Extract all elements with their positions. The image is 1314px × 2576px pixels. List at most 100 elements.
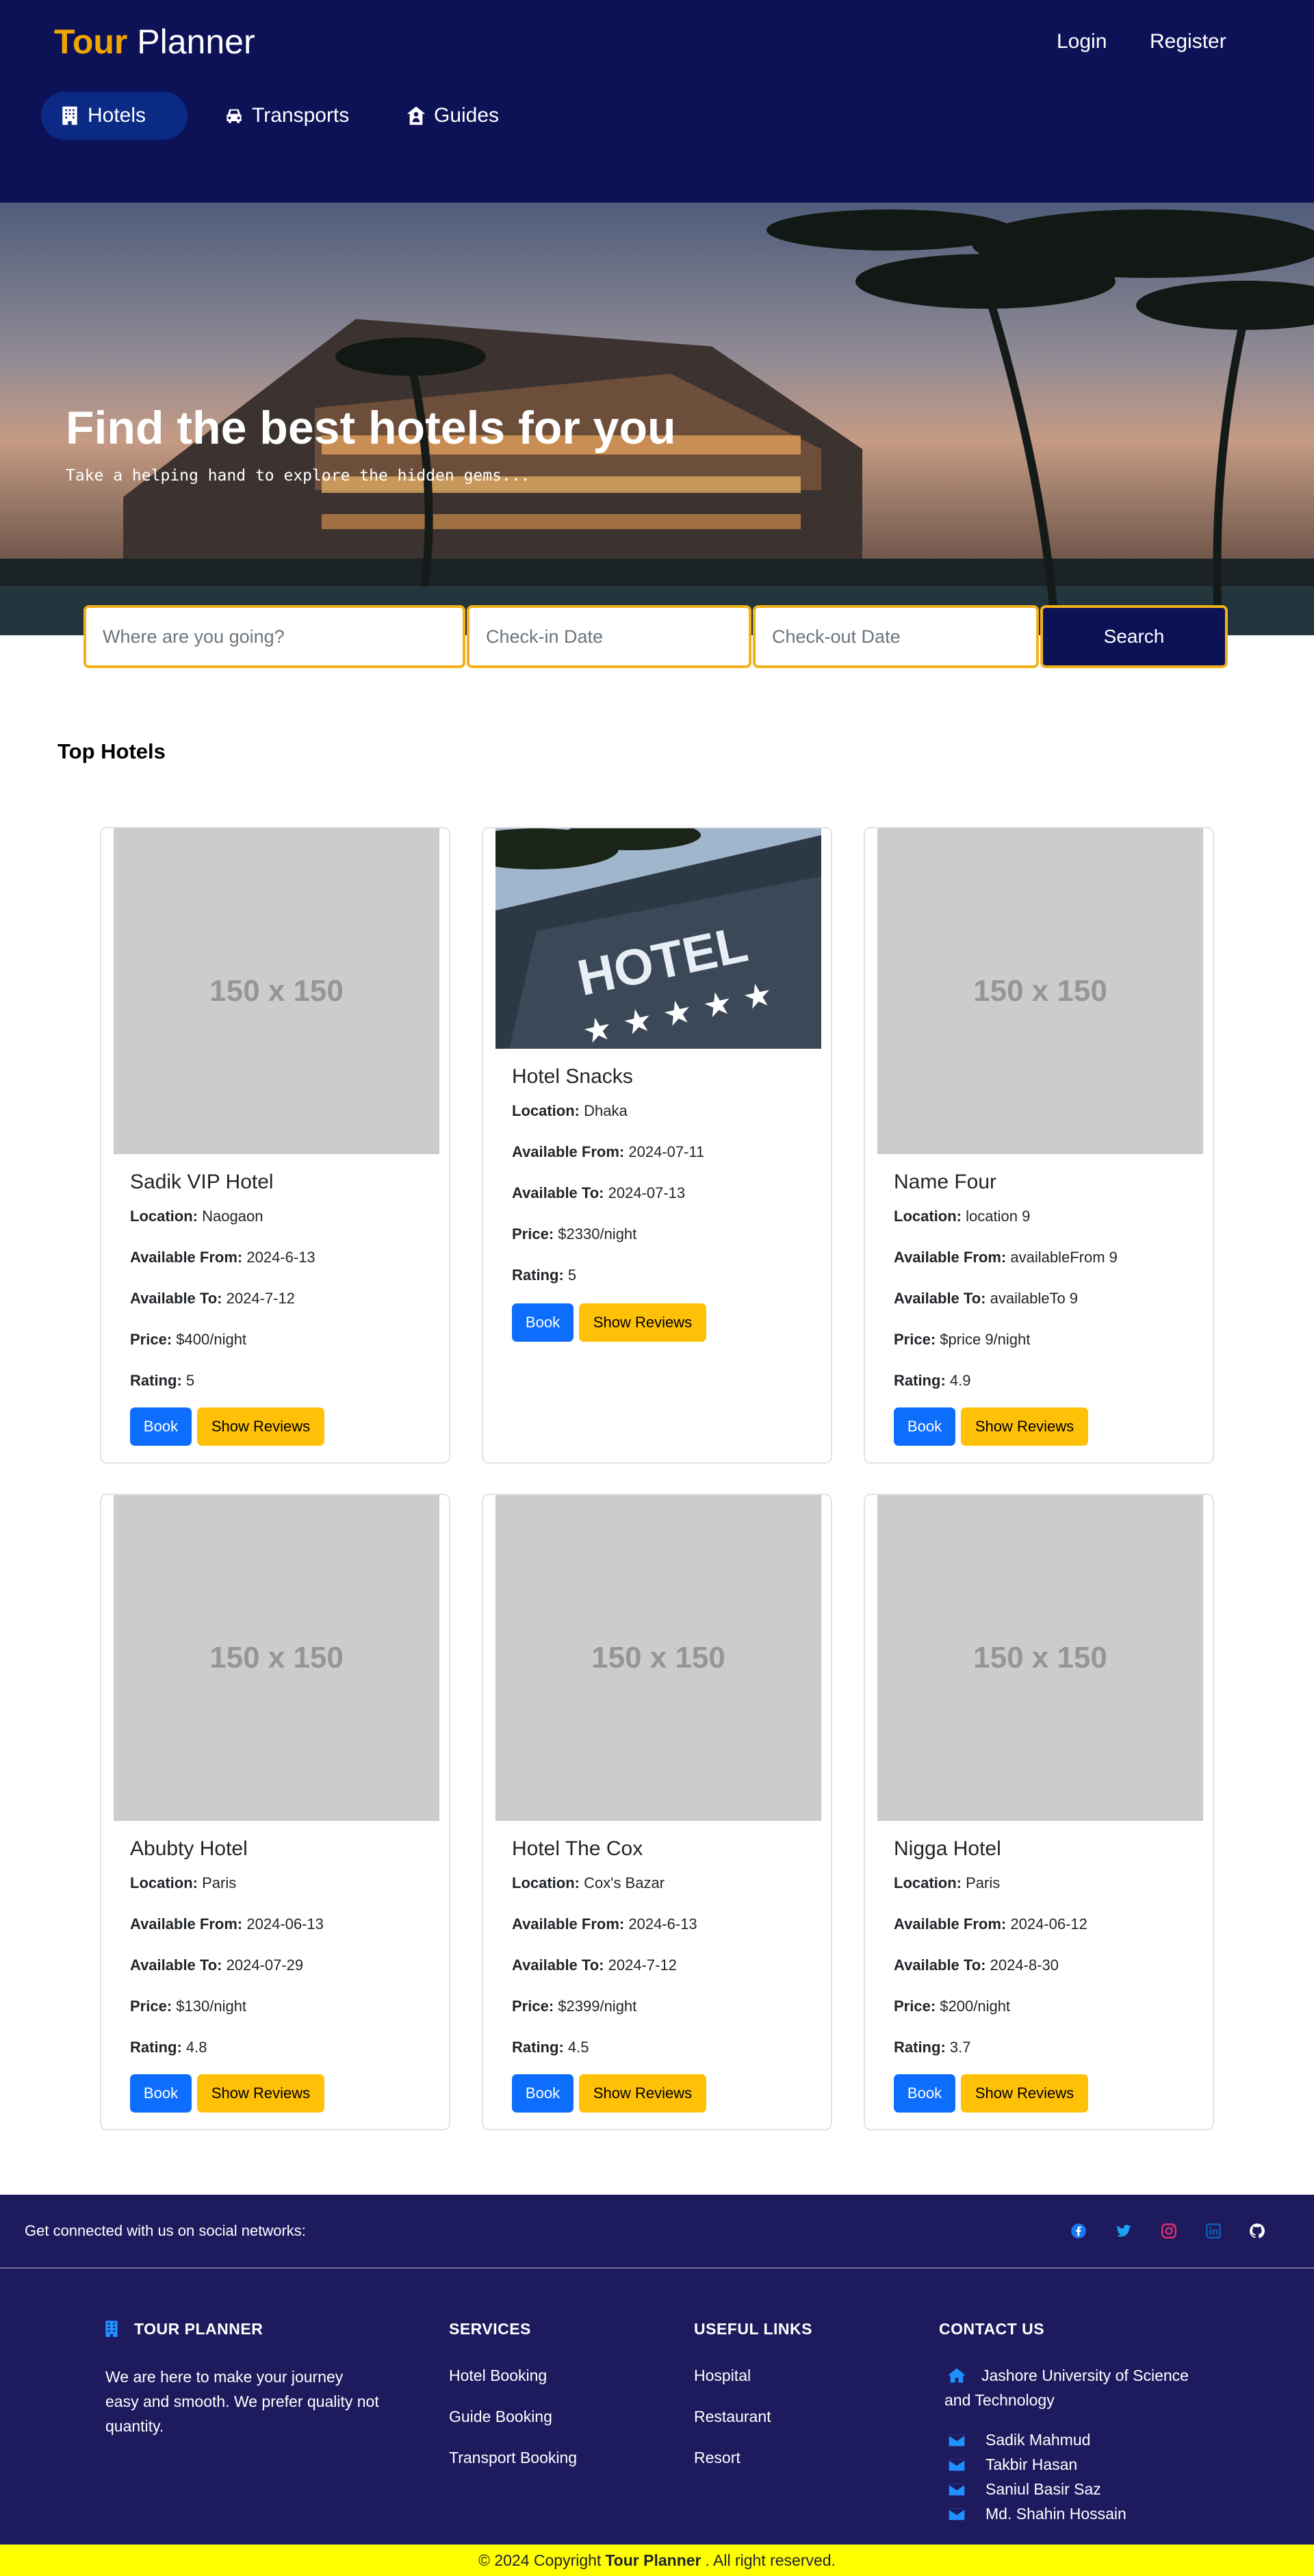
hotel-location: Location: Paris [894,1874,1001,1891]
hotel-rating: Rating: 4.5 [512,2039,589,2056]
show-reviews-button[interactable]: Show Reviews [197,1407,324,1446]
hotel-name: Hotel The Cox [512,1837,643,1860]
envelope-icon [949,2459,965,2471]
hotel-name: Sadik VIP Hotel [130,1171,274,1193]
hotel-available-from: Available From: availableFrom 9 [894,1249,1118,1266]
tab-guides-label: Guides [434,104,500,127]
tab-hotels-label: Hotels [88,104,146,127]
facebook-icon[interactable] [1070,2222,1087,2240]
hotel-image-placeholder: 150 x 150 [114,1495,439,1821]
hotel-name: Name Four [894,1171,997,1193]
twitter-icon[interactable] [1115,2222,1133,2240]
hotel-available-from: Available From: 2024-06-12 [894,1915,1087,1933]
search-button[interactable]: Search [1040,605,1228,668]
hotel-card: 150 x 150 Nigga Hotel Location: Paris Av… [864,1494,1214,2130]
hotel-name: Abubty Hotel [130,1837,248,1860]
footer-link-restaurant[interactable]: Restaurant [694,2408,771,2426]
site-header: Tour Planner Login Register Hotels Trans… [0,0,1314,203]
site-logo[interactable]: Tour Planner [54,22,255,62]
hotel-available-to: Available To: 2024-7-12 [130,1290,295,1307]
hotel-location: Location: Paris [130,1874,237,1891]
footer-contact-name: Saniul Basir Saz [985,2480,1101,2498]
destination-input[interactable]: Where are you going? [83,605,465,668]
hotel-available-to: Available To: 2024-7-12 [512,1956,677,1974]
hotel-card: 150 x 150 Name Four Location: location 9… [864,827,1214,1464]
book-button[interactable]: Book [512,2074,574,2113]
hotel-available-from: Available From: 2024-6-13 [130,1249,315,1266]
hotel-available-to: Available To: 2024-8-30 [894,1956,1059,1974]
footer-contact-name: Takbir Hasan [985,2456,1078,2473]
footer-contact-name: Sadik Mahmud [985,2431,1091,2449]
hotel-image-placeholder: 150 x 150 [877,828,1203,1154]
book-button[interactable]: Book [512,1303,574,1342]
envelope-icon [949,2434,965,2447]
tab-transports-label: Transports [252,104,350,127]
footer-address: Jashore University of Science and Techno… [944,2367,1189,2409]
hotel-photo: HOTEL ★ ★ ★ ★ ★ [495,828,821,1049]
book-button[interactable]: Book [130,2074,192,2113]
hotel-name: Nigga Hotel [894,1837,1001,1860]
hotel-card: HOTEL ★ ★ ★ ★ ★ Hotel Snacks Location: D… [482,827,832,1464]
logo-brand: Tour [54,23,128,61]
hotel-card: 150 x 150 Hotel The Cox Location: Cox's … [482,1494,832,2130]
footer-link-hotel-booking[interactable]: Hotel Booking [449,2367,547,2385]
social-text: Get connected with us on social networks… [25,2222,306,2239]
book-button[interactable]: Book [130,1407,192,1446]
hotel-rating: Rating: 4.9 [894,1372,971,1389]
copyright-brand[interactable]: Tour Planner [605,2551,701,2570]
show-reviews-button[interactable]: Show Reviews [961,2074,1088,2113]
footer-link-hospital[interactable]: Hospital [694,2367,751,2385]
hotel-location: Location: Naogaon [130,1208,263,1225]
tab-hotels[interactable]: Hotels [41,92,188,140]
hotel-rating: Rating: 3.7 [894,2039,971,2056]
hotel-location: Location: location 9 [894,1208,1031,1225]
footer-about-title: TOUR PLANNER [134,2320,263,2338]
hotel-available-to: Available To: availableTo 9 [894,1290,1079,1307]
building-icon [105,2321,118,2337]
hotel-available-to: Available To: 2024-07-29 [130,1956,304,1974]
footer-about-text: We are here to make your journey easy an… [105,2368,379,2435]
hotel-rating: Rating: 4.8 [130,2039,207,2056]
section-title-top-hotels: Top Hotels [57,739,166,763]
hotel-available-from: Available From: 2024-06-13 [130,1915,324,1933]
footer-contact-name: Md. Shahin Hossain [985,2505,1126,2523]
hotel-location: Location: Cox's Bazar [512,1874,665,1891]
envelope-icon [949,2508,965,2521]
guide-icon [407,106,426,125]
hotel-icon [62,106,77,125]
show-reviews-button[interactable]: Show Reviews [197,2074,324,2113]
footer-link-resort[interactable]: Resort [694,2449,740,2467]
show-reviews-button[interactable]: Show Reviews [579,1303,706,1342]
hotel-price: Price: $200/night [894,1998,1011,2015]
copyright-bar: © 2024 Copyright Tour Planner . All righ… [0,2545,1314,2576]
footer-link-transport-booking[interactable]: Transport Booking [449,2449,577,2467]
linkedin-icon[interactable] [1204,2222,1222,2240]
hotel-name: Hotel Snacks [512,1065,633,1088]
login-link[interactable]: Login [1057,30,1107,53]
instagram-icon[interactable] [1160,2222,1178,2240]
register-link[interactable]: Register [1150,30,1226,53]
hotel-rating: Rating: 5 [130,1372,195,1389]
hotel-card: 150 x 150 Sadik VIP Hotel Location: Naog… [100,827,450,1464]
book-button[interactable]: Book [894,2074,955,2113]
hotel-image-placeholder: 150 x 150 [495,1495,821,1821]
envelope-icon [949,2484,965,2496]
footer-contact-title: CONTACT US [939,2320,1045,2338]
show-reviews-button[interactable]: Show Reviews [961,1407,1088,1446]
tab-guides[interactable]: Guides [387,92,517,140]
tab-transports[interactable]: Transports [205,92,367,140]
hotel-sign-image: HOTEL ★ ★ ★ ★ ★ [495,828,821,1049]
show-reviews-button[interactable]: Show Reviews [579,2074,706,2113]
book-button[interactable]: Book [894,1407,955,1446]
hotel-image-placeholder: 150 x 150 [877,1495,1203,1821]
hotel-available-from: Available From: 2024-07-11 [512,1143,705,1160]
hero-title: Find the best hotels for you [66,402,676,454]
hotel-price: Price: $400/night [130,1331,247,1348]
hotel-card: 150 x 150 Abubty Hotel Location: Paris A… [100,1494,450,2130]
footer-services-title: SERVICES [449,2320,531,2338]
checkout-date-input[interactable]: Check-out Date [753,605,1039,668]
github-icon[interactable] [1248,2222,1266,2240]
footer-link-guide-booking[interactable]: Guide Booking [449,2408,552,2426]
hero-subtitle: Take a helping hand to explore the hidde… [66,467,530,485]
checkin-date-input[interactable]: Check-in Date [467,605,751,668]
